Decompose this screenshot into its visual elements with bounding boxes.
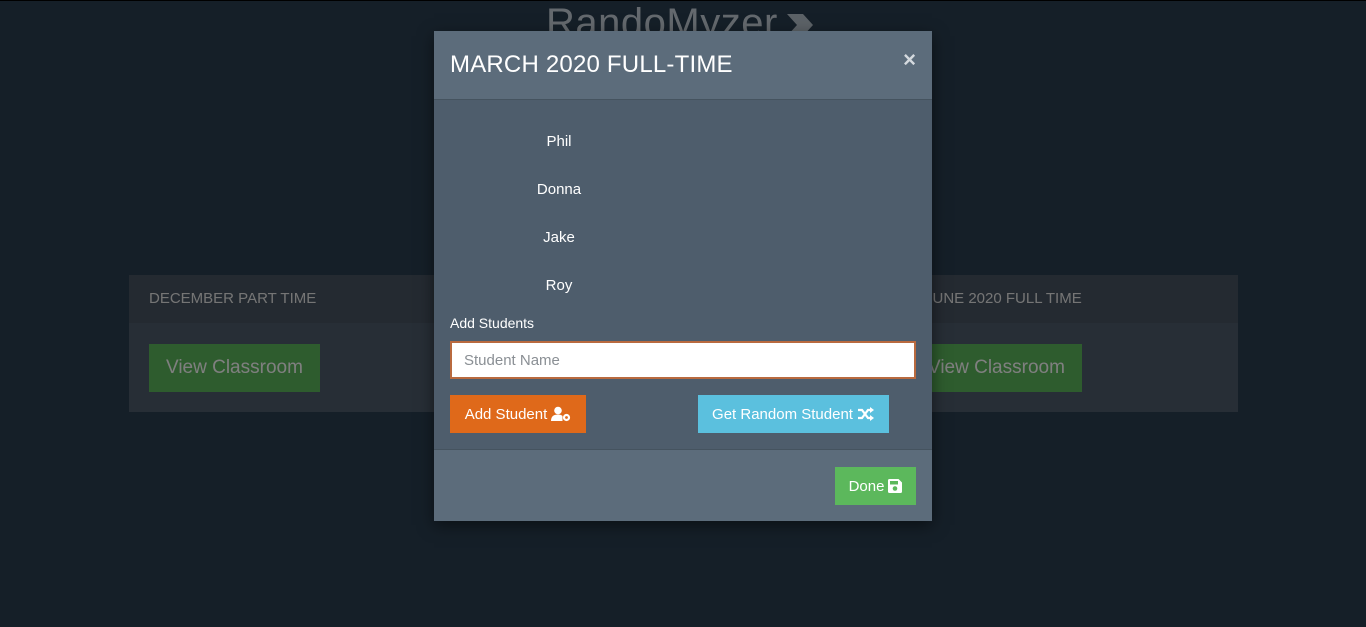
modal-footer: Done — [434, 449, 932, 521]
done-label: Done — [848, 477, 885, 495]
get-random-student-label: Get Random Student — [712, 405, 853, 423]
student-item: Phil — [546, 133, 572, 150]
user-cog-icon — [551, 406, 571, 422]
save-icon — [888, 479, 903, 493]
modal-title: MARCH 2020 FULL-TIME — [450, 51, 733, 78]
student-name-input[interactable] — [450, 341, 916, 379]
student-item: Jake — [543, 229, 575, 246]
top-border — [0, 0, 1366, 1]
get-random-student-button[interactable]: Get Random Student — [698, 395, 889, 433]
add-students-label: Add Students — [450, 315, 535, 331]
student-item: Donna — [536, 181, 582, 198]
done-button[interactable]: Done — [835, 467, 916, 505]
modal-header: MARCH 2020 FULL-TIME × — [434, 31, 932, 100]
classroom-modal: MARCH 2020 FULL-TIME × Phil Donna Jake R… — [434, 31, 932, 521]
student-item: Roy — [545, 277, 573, 294]
add-student-button[interactable]: Add Student — [450, 395, 586, 433]
close-button[interactable]: × — [903, 49, 916, 71]
add-student-label: Add Student — [464, 405, 548, 423]
shuffle-icon — [857, 406, 875, 422]
